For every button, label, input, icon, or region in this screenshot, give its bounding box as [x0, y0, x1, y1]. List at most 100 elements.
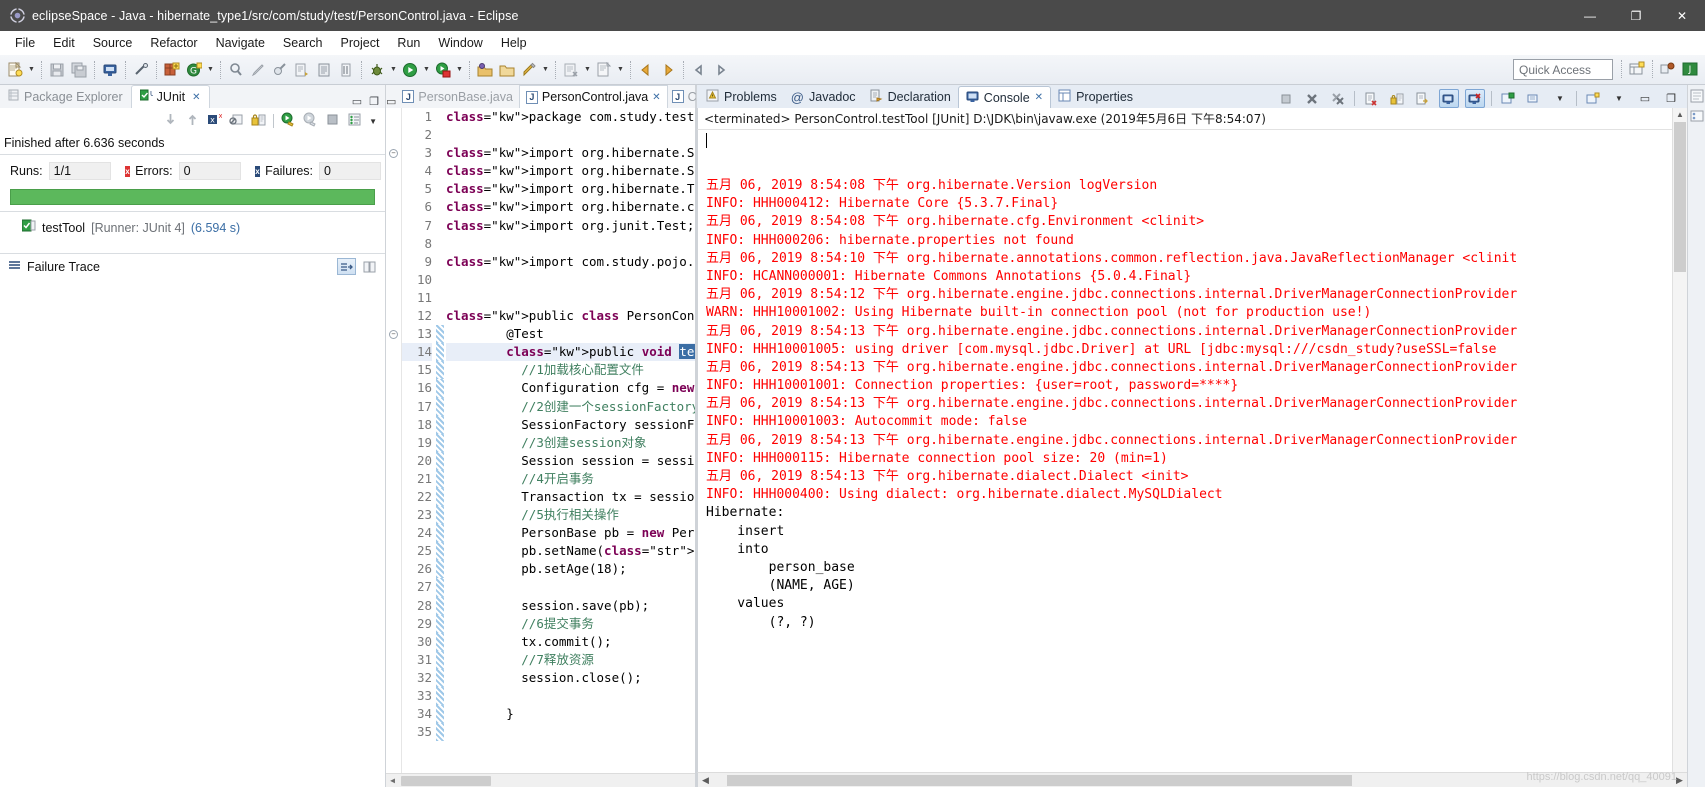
save-all-icon[interactable] [68, 59, 90, 81]
code-line[interactable]: //3创建session对象 [446, 434, 695, 452]
menu-item-help[interactable]: Help [492, 33, 536, 53]
console-vertical-scrollbar[interactable]: ▲ [1672, 108, 1687, 772]
test-result-row[interactable]: testTool [Runner: JUnit 4] (6.594 s) [21, 219, 385, 236]
code-line[interactable] [446, 235, 695, 253]
java-perspective-icon[interactable]: J [1679, 58, 1701, 80]
code-line[interactable]: //6提交事务 [446, 615, 695, 633]
menu-item-edit[interactable]: Edit [44, 33, 84, 53]
minimize-icon[interactable]: ▭ [352, 95, 362, 108]
code-line[interactable]: SessionFactory sessionFa [446, 416, 695, 434]
code-line[interactable]: class="kw">import org.hibernate.cfg.Conf… [446, 198, 695, 216]
rerun-test-icon[interactable] [281, 112, 296, 130]
tab-junit[interactable]: U JUnit ✕ [130, 85, 210, 108]
console-view-menu-icon[interactable]: ▼ [1609, 89, 1629, 108]
print-icon[interactable] [99, 59, 121, 81]
run-icon[interactable] [399, 59, 421, 81]
compare-result-icon[interactable] [360, 258, 379, 275]
external-tools-dropdown-icon[interactable]: ▼ [540, 59, 551, 81]
editor-body[interactable]: − − 1 2 3 4 5 6 7 8 9 10 11 12 13 14 15 16 17 18 19 20 21 22 23… [386, 108, 695, 787]
toggle-block-selection-icon[interactable] [335, 59, 357, 81]
code-line[interactable] [446, 723, 695, 741]
annotation-icon[interactable] [247, 59, 269, 81]
tab-javadoc[interactable]: @ Javadoc [784, 86, 863, 108]
code-line[interactable]: Transaction tx = session [446, 488, 695, 506]
new-folder-icon[interactable] [496, 59, 518, 81]
menu-item-project[interactable]: Project [332, 33, 389, 53]
code-line[interactable]: class="kw">import com.study.pojo.PersonB… [446, 253, 695, 271]
code-line[interactable]: class="kw">import org.hibernate.Transact… [446, 180, 695, 198]
code-line[interactable]: session.save(pb); [446, 597, 695, 615]
code-line[interactable]: class="kw">import org.hibernate.SessionF… [446, 162, 695, 180]
editor-horizontal-scrollbar[interactable]: ◀ [386, 773, 695, 787]
new-java-class-icon[interactable] [593, 59, 615, 81]
menu-item-refactor[interactable]: Refactor [141, 33, 206, 53]
view-menu-icon[interactable]: ▼ [369, 117, 377, 126]
menu-item-navigate[interactable]: Navigate [207, 33, 274, 53]
skip-breakpoints-icon[interactable] [560, 59, 582, 81]
menu-item-search[interactable]: Search [274, 33, 332, 53]
display-selected-console-icon[interactable] [1524, 89, 1544, 108]
close-button[interactable]: ✕ [1659, 0, 1705, 31]
editor-tab-personbase[interactable]: J PersonBase.java [396, 85, 519, 108]
tab-console[interactable]: Console ✕ [957, 86, 1052, 108]
previous-annotation-icon[interactable] [313, 59, 335, 81]
code-line[interactable]: Configuration cfg = new [446, 379, 695, 397]
task-list-icon[interactable] [1690, 109, 1704, 123]
test-history-icon[interactable] [347, 112, 362, 130]
remove-launch-icon[interactable] [1302, 89, 1322, 108]
maximize-icon[interactable]: ❐ [369, 95, 379, 108]
editor-code[interactable]: class="kw">package com.study.test; class… [444, 108, 695, 787]
next-failure-icon[interactable] [163, 112, 178, 130]
next-annotation-icon[interactable] [291, 59, 313, 81]
editor-folding-column[interactable]: − − [386, 108, 402, 787]
scroll-lock-icon[interactable] [251, 112, 266, 130]
tab-properties[interactable]: Properties [1051, 86, 1140, 108]
new-console-view-icon[interactable] [1583, 89, 1603, 108]
minimize-button[interactable]: — [1567, 0, 1613, 31]
run-dropdown-icon[interactable]: ▼ [421, 59, 432, 81]
scrollbar-thumb[interactable] [401, 775, 491, 786]
scroll-lock-icon[interactable] [1387, 89, 1407, 108]
close-icon[interactable]: ✕ [1035, 92, 1043, 103]
open-perspective-icon[interactable] [474, 59, 496, 81]
show-failures-only-icon[interactable]: xx [207, 112, 223, 130]
open-console-dropdown-icon[interactable]: ▼ [1550, 89, 1570, 108]
minimize-icon[interactable]: ▭ [1635, 89, 1655, 108]
code-line[interactable]: //1加载核心配置文件 [446, 361, 695, 379]
tab-problems[interactable]: Problems [699, 86, 784, 108]
outline-view-icon[interactable] [1690, 89, 1704, 103]
fold-toggle-icon[interactable]: − [386, 144, 401, 162]
code-line[interactable] [446, 687, 695, 705]
previous-edit-icon[interactable] [688, 59, 710, 81]
filter-stack-trace-icon[interactable] [337, 258, 356, 275]
editor-tab-personcontrol[interactable]: J PersonControl.java ✕ [518, 85, 668, 108]
pin-console-icon[interactable] [1498, 89, 1518, 108]
code-line[interactable]: //7释放资源 [446, 651, 695, 669]
back-icon[interactable] [635, 59, 657, 81]
word-wrap-icon[interactable] [1413, 89, 1433, 108]
maximize-button[interactable]: ❐ [1613, 0, 1659, 31]
scrollbar-thumb[interactable] [1674, 122, 1686, 272]
scroll-left-icon[interactable]: ◀ [698, 775, 713, 786]
scrollbar-thumb[interactable] [727, 774, 1352, 786]
debug-dropdown-icon[interactable]: ▼ [388, 59, 399, 81]
code-line[interactable]: class="kw">import org.hibernate.Session; [446, 144, 695, 162]
external-tools-icon[interactable] [518, 59, 540, 81]
show-console-on-error-icon[interactable] [1465, 89, 1485, 108]
next-edit-icon[interactable] [710, 59, 732, 81]
tab-declaration[interactable]: Declaration [863, 86, 958, 108]
code-line[interactable]: pb.setName(class="str">"墨风拂尘"); [446, 542, 695, 560]
code-line[interactable] [446, 126, 695, 144]
java-ee-perspective-icon[interactable] [1657, 58, 1679, 80]
scroll-left-icon[interactable]: ◀ [386, 776, 399, 785]
rerun-failed-icon[interactable] [303, 112, 318, 130]
code-line[interactable]: @Test [446, 325, 695, 343]
remove-all-terminated-icon[interactable] [1328, 89, 1348, 108]
toggle-mark-occurrences-icon[interactable] [130, 59, 152, 81]
code-line[interactable]: class="kw">public void testTool(){ [446, 343, 695, 362]
menu-item-file[interactable]: File [6, 33, 44, 53]
debug-icon[interactable] [366, 59, 388, 81]
code-line[interactable]: class="kw">package com.study.test; [446, 108, 695, 126]
coverage-dropdown-icon[interactable]: ▼ [454, 59, 465, 81]
code-line[interactable]: class="kw">public class PersonControl { [446, 307, 695, 325]
